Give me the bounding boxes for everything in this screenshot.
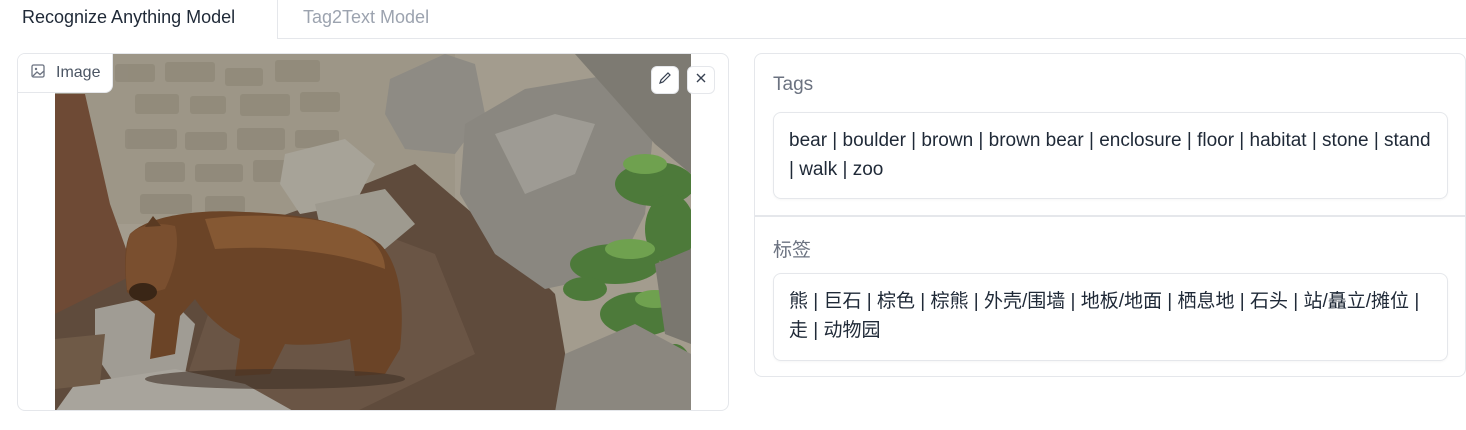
image-label-text: Image xyxy=(56,64,101,81)
tags-output-textbox[interactable]: bear | boulder | brown | brown bear | en… xyxy=(773,112,1448,199)
chinese-tags-output-textbox[interactable]: 熊 | 巨石 | 棕色 | 棕熊 | 外壳/围墙 | 地板/地面 | 栖息地 |… xyxy=(773,273,1448,361)
clear-image-button[interactable] xyxy=(687,66,715,94)
output-divider xyxy=(755,215,1466,217)
image-block-label: Image xyxy=(18,54,114,93)
output-panel: Tags bear | boulder | brown | brown bear… xyxy=(754,53,1466,377)
tab-tag2text-model[interactable]: Tag2Text Model xyxy=(281,0,451,37)
edit-image-button[interactable] xyxy=(651,66,679,94)
close-icon xyxy=(694,71,708,90)
pencil-icon xyxy=(658,71,672,90)
tags-label: Tags xyxy=(773,74,814,95)
tab-recognize-anything-model[interactable]: Recognize Anything Model xyxy=(0,0,278,39)
uploaded-photo-bear xyxy=(55,54,691,410)
image-input-panel[interactable]: Image xyxy=(17,53,729,411)
chinese-tags-label: 标签 xyxy=(773,240,812,261)
image-icon xyxy=(30,63,46,84)
tab-bar: Recognize Anything Model Tag2Text Model xyxy=(0,0,1466,39)
